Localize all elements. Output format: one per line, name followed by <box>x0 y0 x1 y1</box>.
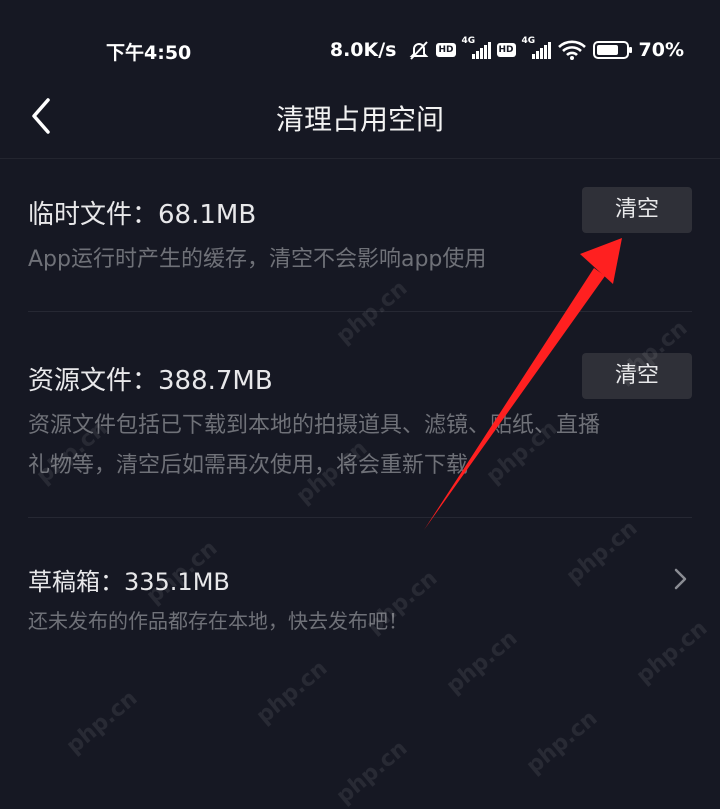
clear-resource-files-button[interactable]: 清空 <box>582 353 692 399</box>
watermark: php.cn <box>61 685 143 760</box>
chevron-right-icon <box>674 568 687 590</box>
nav-bar: 清理占用空间 <box>0 80 720 159</box>
status-time: 下午4:50 <box>106 42 192 64</box>
signal-icon-2: 4G <box>522 36 551 59</box>
watermark: php.cn <box>251 655 333 730</box>
temp-files-section: 临时文件：68.1MB 清空 App运行时产生的缓存，清空不会影响app使用 <box>28 186 692 306</box>
drafts-description: 还未发布的作品都存在本地，快去发布吧！ <box>28 609 408 633</box>
drafts-section[interactable]: 草稿箱：335.1MB 还未发布的作品都存在本地，快去发布吧！ <box>28 560 692 640</box>
divider <box>28 311 692 312</box>
resource-files-description-line1: 资源文件包括已下载到本地的拍摄道具、滤镜、贴纸、直播 <box>28 413 601 438</box>
temp-files-description: App运行时产生的缓存，清空不会影响app使用 <box>28 247 487 272</box>
resource-files-description-line2: 礼物等，清空后如需再次使用，将会重新下载 <box>28 453 469 478</box>
temp-files-title: 临时文件：68.1MB <box>28 200 257 230</box>
drafts-title: 草稿箱：335.1MB <box>28 568 230 596</box>
status-icons: 8.0K/s HD 4G HD 4G 70% <box>330 36 684 64</box>
battery-percent: 70% <box>638 39 684 61</box>
resource-files-title: 资源文件：388.7MB <box>28 366 273 396</box>
watermark: php.cn <box>331 735 413 809</box>
battery-icon <box>592 40 633 60</box>
watermark: php.cn <box>521 705 603 780</box>
hd-badge: HD <box>436 43 456 57</box>
signal-icon: 4G <box>462 36 491 59</box>
page-title: 清理占用空间 <box>275 103 444 136</box>
mute-icon <box>408 39 430 61</box>
clear-temp-files-button[interactable]: 清空 <box>582 187 692 233</box>
divider <box>28 517 692 518</box>
network-speed: 8.0K/s <box>329 39 397 61</box>
resource-files-section: 资源文件：388.7MB 清空 资源文件包括已下载到本地的拍摄道具、滤镜、贴纸、… <box>28 352 692 512</box>
hd-badge-2: HD <box>496 43 516 57</box>
wifi-icon <box>557 39 587 61</box>
drafts-chevron-button[interactable] <box>672 566 690 592</box>
